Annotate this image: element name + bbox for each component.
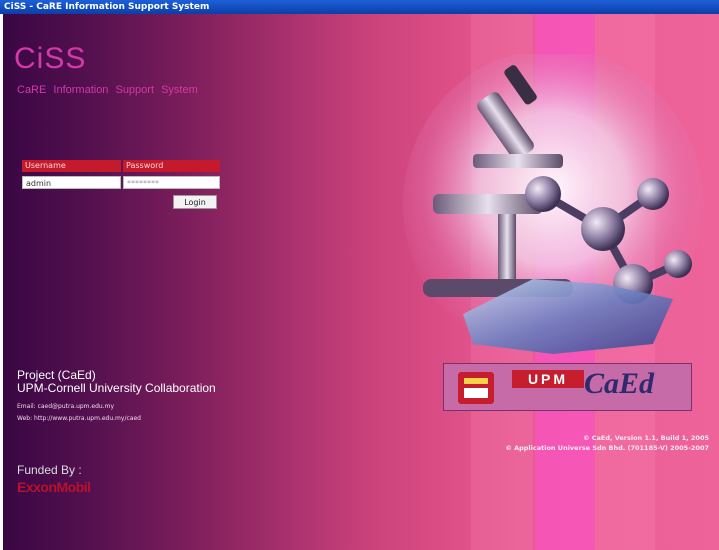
password-input[interactable]: ******** [123,176,220,189]
login-button[interactable]: Login [173,195,217,209]
sponsor-logo-banner: UPM CaEd [443,363,692,411]
sponsor-logo: ExxonMobil [17,479,91,495]
caed-logo: CaEd [584,367,655,400]
login-screen: CiSS CaRE Information Support System Use… [3,14,719,550]
upm-crest-icon [458,372,494,404]
copyright-line: © Application Universe Sdn Bhd. (701185-… [505,444,709,452]
hero-illustration [403,54,703,359]
contact-web[interactable]: Web: http://www.putra.upm.edu.my/caed [17,415,141,422]
upm-logo: UPM [512,370,584,388]
funded-by-label: Funded By : [17,463,82,477]
app-subtitle: CaRE Information Support System [17,84,198,96]
password-label: Password [123,160,220,172]
project-collaboration: UPM-Cornell University Collaboration [17,381,216,395]
username-input[interactable]: admin [22,176,121,189]
contact-email[interactable]: Email: caed@putra.upm.edu.my [17,403,114,410]
username-label: Username [22,160,121,172]
app-name: CiSS [14,42,87,75]
project-title: Project (CaEd) [17,368,96,382]
copyright-line: © CaEd, Version 1.1, Build 1, 2005 [582,434,709,442]
window-titlebar: CiSS - CaRE Information Support System [0,0,719,14]
application-window: CiSS - CaRE Information Support System C… [0,0,719,550]
